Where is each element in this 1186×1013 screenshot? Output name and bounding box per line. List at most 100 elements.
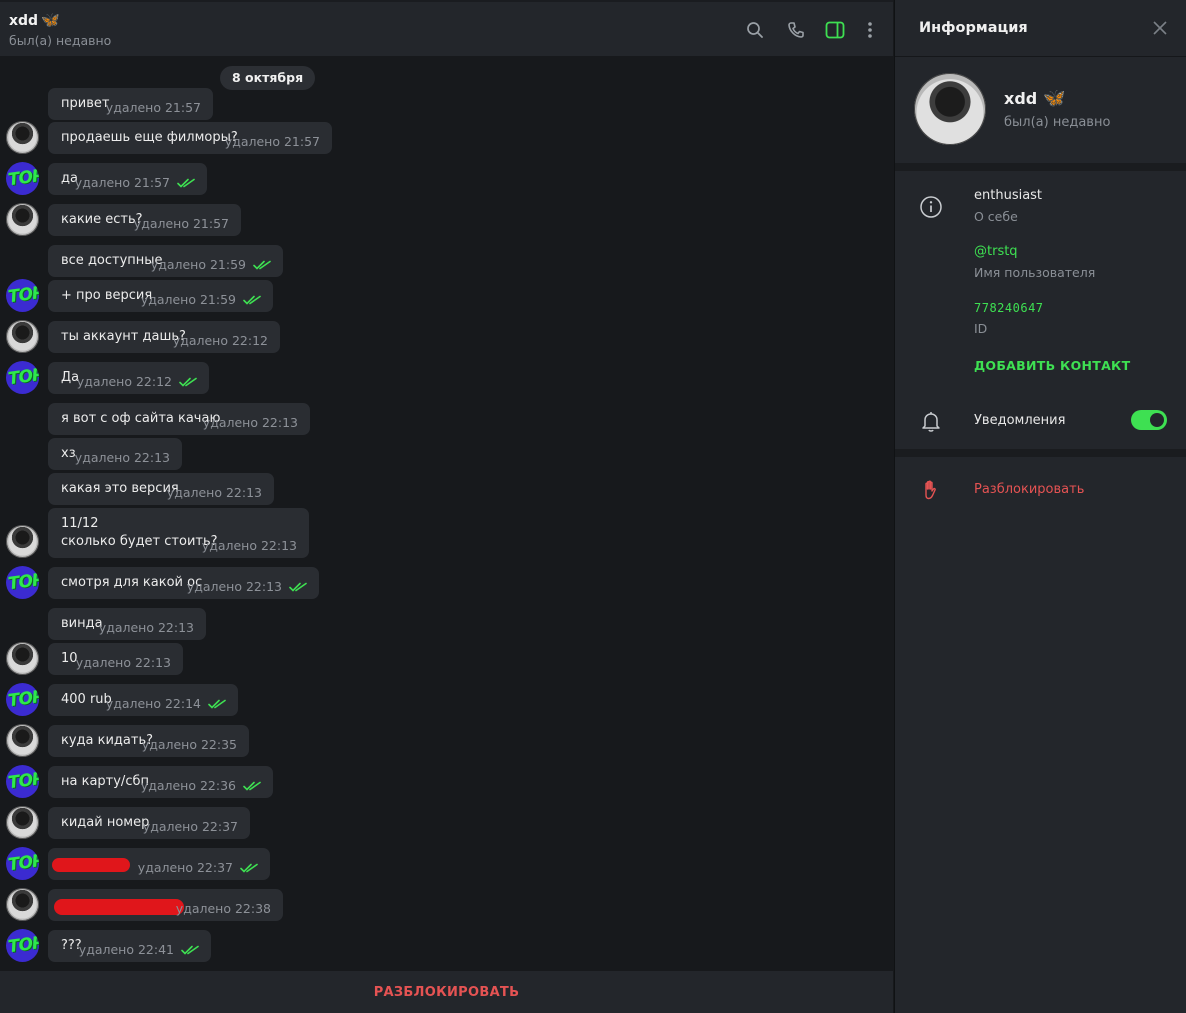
message-meta: удалено 22:13 xyxy=(187,579,307,594)
message-text: смотря для какой ос xyxy=(61,575,203,590)
message-time: удалено 22:14 xyxy=(105,696,201,711)
message-time: удалено 22:13 xyxy=(201,538,297,553)
message-bubble[interactable]: винда удалено 22:13 xyxy=(48,608,206,640)
message-bubble[interactable]: + про версия удалено 21:59 xyxy=(48,280,273,312)
unblock-user-button[interactable]: Разблокировать xyxy=(974,482,1084,497)
message-time: удалено 21:57 xyxy=(224,134,320,149)
message-meta: удалено 21:57 xyxy=(134,216,229,231)
message-meta: удалено 22:13 xyxy=(203,415,298,430)
message-meta: удалено 22:37 xyxy=(143,819,238,834)
message-bubble[interactable]: продаешь еще филморы? удалено 21:57 xyxy=(48,122,332,154)
my-avatar[interactable]: TOP xyxy=(6,929,39,962)
hand-stop-icon xyxy=(919,478,943,502)
sidebar-toggle-icon[interactable] xyxy=(824,19,846,41)
phone-icon[interactable] xyxy=(785,19,807,41)
message-meta: удалено 22:13 xyxy=(202,538,297,553)
message-time: удалено 22:37 xyxy=(142,819,238,834)
message-text: кидай номер xyxy=(61,815,150,830)
message-bubble[interactable]: кидай номер удалено 22:37 xyxy=(48,807,250,839)
message-time: удалено 21:57 xyxy=(74,175,170,190)
double-check-icon xyxy=(289,582,307,592)
message-time: удалено 22:13 xyxy=(75,655,171,670)
message-bubble[interactable]: 10 удалено 22:13 xyxy=(48,643,183,675)
double-check-icon xyxy=(177,178,195,188)
chat-header[interactable]: xdd 🦋 был(а) недавно xyxy=(0,0,893,56)
message-text: продаешь еще филморы? xyxy=(61,130,238,145)
my-avatar[interactable]: TOP xyxy=(6,566,39,599)
unblock-button[interactable]: РАЗБЛОКИРОВАТЬ xyxy=(374,985,520,1000)
username-value[interactable]: @trstq xyxy=(974,244,1018,259)
bell-icon xyxy=(919,409,943,433)
message-bubble[interactable]: удалено 22:37 xyxy=(48,848,270,880)
my-avatar[interactable]: TOP xyxy=(6,279,39,312)
message-bubble[interactable]: какая это версия удалено 22:13 xyxy=(48,473,274,505)
my-avatar[interactable]: TOP xyxy=(6,765,39,798)
my-avatar[interactable]: TOP xyxy=(6,162,39,195)
notifications-toggle[interactable] xyxy=(1131,410,1167,430)
notifications-label: Уведомления xyxy=(974,413,1066,428)
message-meta: удалено 21:57 xyxy=(106,100,201,115)
message-bubble[interactable]: хз удалено 22:13 xyxy=(48,438,182,470)
contact-avatar[interactable] xyxy=(6,121,39,154)
message-bubble[interactable]: я вот с оф сайта качаю удалено 22:13 xyxy=(48,403,310,435)
message-bubble[interactable]: ты аккаунт дашь? удалено 22:12 xyxy=(48,321,280,353)
message-text: хз xyxy=(61,446,76,461)
message-bubble[interactable]: смотря для какой ос удалено 22:13 xyxy=(48,567,319,599)
contact-avatar[interactable] xyxy=(6,525,39,558)
contact-avatar[interactable] xyxy=(6,888,39,921)
message-meta: удалено 22:36 xyxy=(141,778,261,793)
my-avatar[interactable]: TOP xyxy=(6,683,39,716)
message-meta: удалено 22:12 xyxy=(173,333,268,348)
search-icon[interactable] xyxy=(744,19,766,41)
message-bubble[interactable]: да удалено 21:57 xyxy=(48,163,207,195)
chat-title[interactable]: xdd 🦋 xyxy=(9,11,60,29)
message-text: какие есть? xyxy=(61,212,143,227)
add-contact-button[interactable]: ДОБАВИТЬ КОНТАКТ xyxy=(974,358,1130,373)
butterfly-emoji: 🦋 xyxy=(41,11,60,29)
divider xyxy=(895,449,1186,457)
message-bubble[interactable]: на карту/сбп удалено 22:36 xyxy=(48,766,273,798)
message-bubble[interactable]: куда кидать? удалено 22:35 xyxy=(48,725,249,757)
double-check-icon xyxy=(243,295,261,305)
message-meta: удалено 21:59 xyxy=(151,257,271,272)
contact-avatar[interactable] xyxy=(6,806,39,839)
message-meta: удалено 22:38 xyxy=(176,901,271,916)
avatar-logo-text: TOP xyxy=(6,282,39,308)
double-check-icon xyxy=(253,260,271,270)
message-bubble[interactable]: Да удалено 22:12 xyxy=(48,362,209,394)
message-time: удалено 21:59 xyxy=(140,292,236,307)
message-time: удалено 22:36 xyxy=(140,778,236,793)
profile-avatar[interactable] xyxy=(914,73,986,145)
message-text: на карту/сбп xyxy=(61,774,149,789)
message-bubble[interactable]: привет удалено 21:57 xyxy=(48,88,213,120)
double-check-icon xyxy=(179,377,197,387)
message-time: удалено 22:13 xyxy=(98,620,194,635)
username-label: Имя пользователя xyxy=(974,265,1096,280)
message-meta: удалено 22:14 xyxy=(106,696,226,711)
redaction-mark xyxy=(52,858,130,872)
message-text: какая это версия xyxy=(61,481,179,496)
message-bubble[interactable]: 11/12 сколько будет стоить? удалено 22:13 xyxy=(48,508,309,558)
close-icon[interactable] xyxy=(1152,20,1168,36)
message-bubble[interactable]: все доступные удалено 21:59 xyxy=(48,245,283,277)
more-vert-icon[interactable] xyxy=(859,19,881,41)
contact-avatar[interactable] xyxy=(6,724,39,757)
my-avatar[interactable]: TOP xyxy=(6,361,39,394)
message-time: удалено 22:12 xyxy=(76,374,172,389)
butterfly-emoji: 🦋 xyxy=(1043,88,1066,109)
contact-avatar[interactable] xyxy=(6,203,39,236)
message-bubble[interactable]: удалено 22:38 xyxy=(48,889,283,921)
message-text: + про версия xyxy=(61,288,153,303)
contact-avatar[interactable] xyxy=(6,320,39,353)
message-bubble[interactable]: какие есть? удалено 21:57 xyxy=(48,204,241,236)
bio-value[interactable]: enthusiast xyxy=(974,188,1042,203)
message-text: 11/12 сколько будет стоить? xyxy=(61,516,218,549)
id-value[interactable]: 778240647 xyxy=(974,301,1044,315)
divider xyxy=(895,56,1186,57)
contact-avatar[interactable] xyxy=(6,642,39,675)
message-bubble[interactable]: ??? удалено 22:41 xyxy=(48,930,211,962)
my-avatar[interactable]: TOP xyxy=(6,847,39,880)
message-time: удалено 22:35 xyxy=(141,737,237,752)
message-bubble[interactable]: 400 rub удалено 22:14 xyxy=(48,684,238,716)
message-time: удалено 22:37 xyxy=(137,860,233,875)
